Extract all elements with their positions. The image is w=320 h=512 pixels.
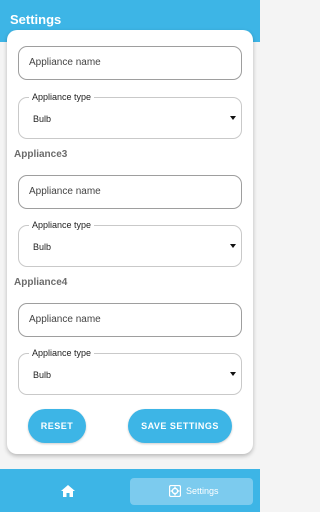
appliance-name-placeholder: Appliance name bbox=[29, 57, 101, 68]
nav-settings-label: Settings bbox=[186, 486, 219, 496]
appliance-name-field[interactable]: Appliance name bbox=[18, 46, 242, 80]
appliance-type-label: Appliance type bbox=[29, 92, 95, 102]
appliance4-heading: Appliance4 bbox=[14, 277, 68, 288]
reset-button[interactable]: RESET bbox=[28, 409, 86, 443]
bottom-navigation: Settings bbox=[0, 469, 260, 512]
appliance3-type-label: Appliance type bbox=[29, 220, 95, 230]
nav-item-settings[interactable]: Settings bbox=[130, 478, 253, 505]
appliance-type-select[interactable]: Appliance type Bulb bbox=[18, 92, 242, 139]
appliance-type-value: Bulb bbox=[33, 114, 52, 124]
appliance3-heading: Appliance3 bbox=[14, 149, 68, 160]
dropdown-arrow-icon bbox=[230, 116, 236, 120]
appliance3-name-field[interactable]: Appliance name bbox=[18, 175, 242, 209]
appliance4-name-field[interactable]: Appliance name bbox=[18, 303, 242, 337]
appliance4-type-select[interactable]: Appliance type Bulb bbox=[18, 348, 242, 395]
settings-card: Appliance name Appliance type Bulb Appli… bbox=[7, 30, 253, 454]
appliance4-type-value: Bulb bbox=[33, 370, 52, 380]
appliance3-type-select[interactable]: Appliance type Bulb bbox=[18, 220, 242, 267]
appliance4-name-placeholder: Appliance name bbox=[29, 314, 101, 325]
page-title: Settings bbox=[10, 12, 62, 27]
gear-icon bbox=[169, 485, 181, 497]
appliance3-name-placeholder: Appliance name bbox=[29, 186, 101, 197]
nav-item-home[interactable] bbox=[0, 469, 130, 512]
dropdown-arrow-icon bbox=[230, 244, 236, 248]
save-settings-button[interactable]: SAVE SETTINGS bbox=[128, 409, 232, 443]
dropdown-arrow-icon bbox=[230, 372, 236, 376]
appliance3-type-value: Bulb bbox=[33, 242, 52, 252]
appliance4-type-label: Appliance type bbox=[29, 348, 95, 358]
home-icon bbox=[61, 485, 75, 497]
